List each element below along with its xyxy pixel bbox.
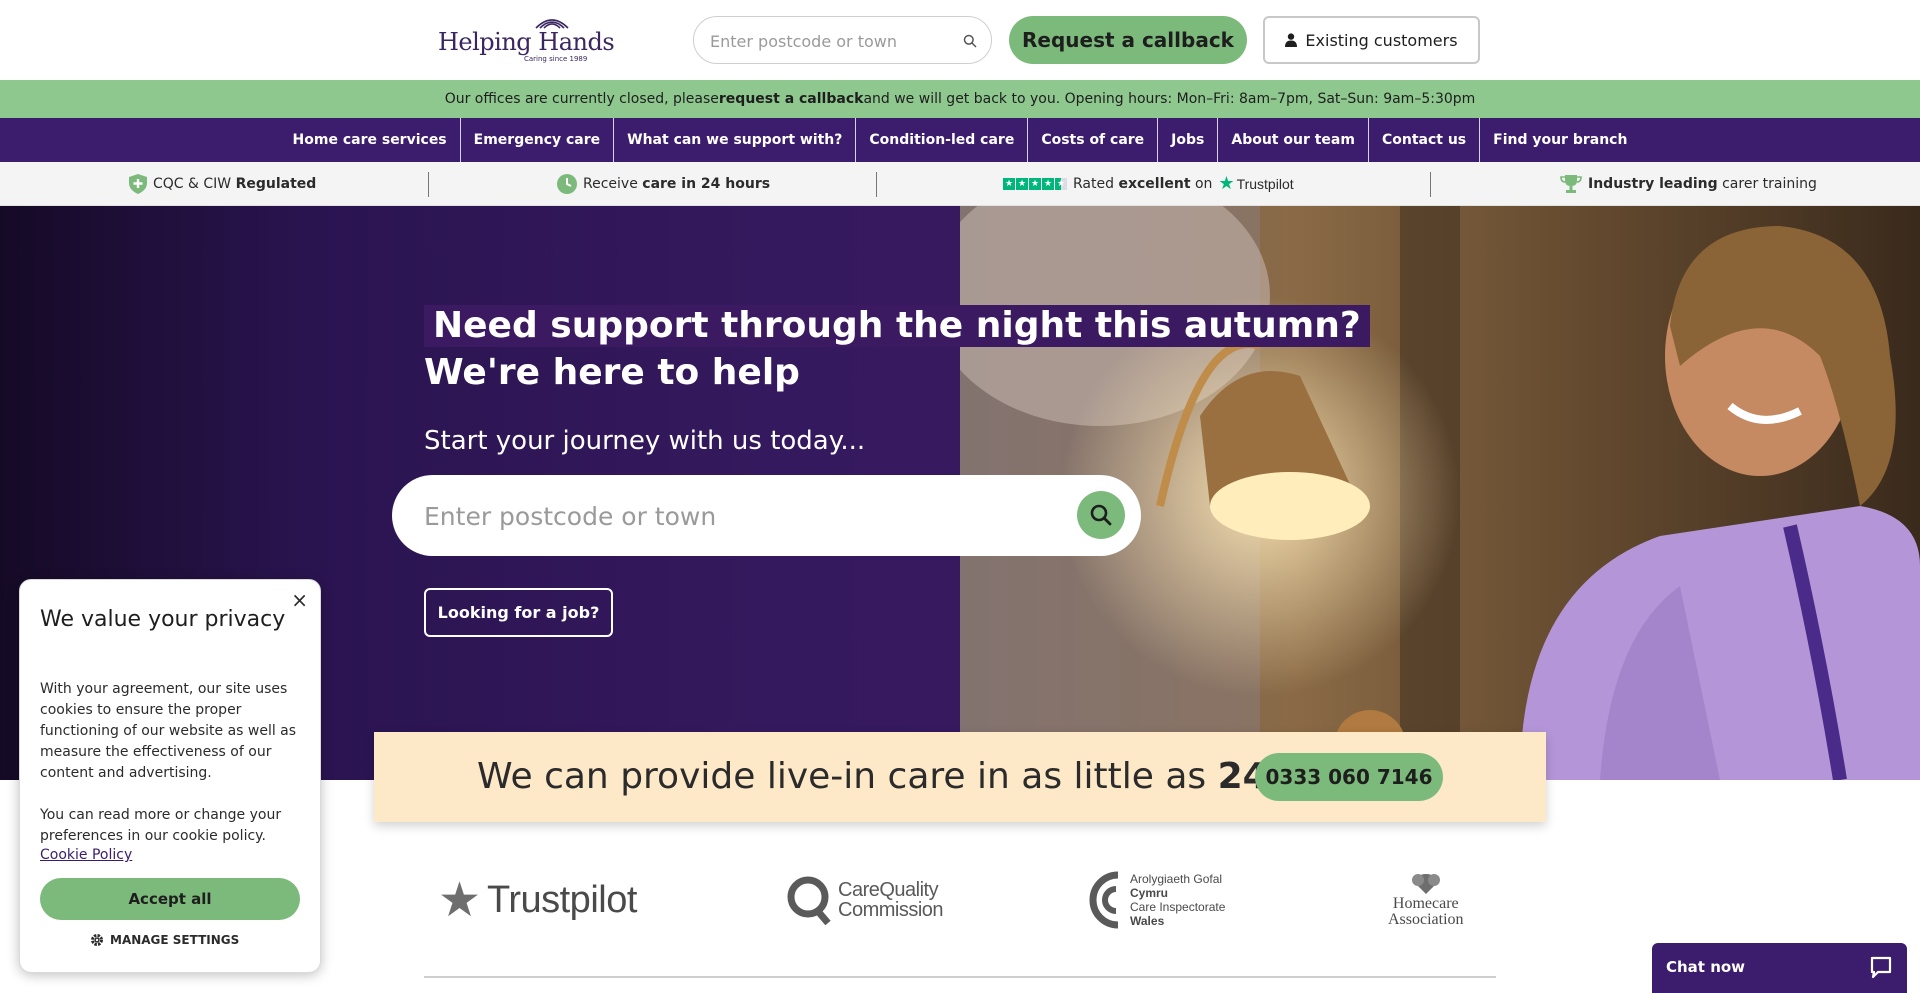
header-search xyxy=(693,16,992,64)
ciw-c-icon xyxy=(1089,871,1119,929)
cookie-title: We value your privacy xyxy=(40,607,286,632)
care-text: Receive xyxy=(583,176,643,192)
nav-item-jobs[interactable]: Jobs xyxy=(1158,118,1219,162)
trust-divider xyxy=(1430,172,1431,197)
cqc-line-1: CareQuality xyxy=(838,879,939,901)
cqc-logo[interactable]: CareQuality Commission xyxy=(786,850,944,950)
header-search-input[interactable] xyxy=(710,29,950,53)
office-hours-notice: Our offices are currently closed, please… xyxy=(0,80,1920,118)
site-header: Helping Hands Caring since 1989 Request … xyxy=(0,0,1920,80)
nav-item-home-care-services[interactable]: Home care services xyxy=(280,118,461,162)
nav-item-emergency-care[interactable]: Emergency care xyxy=(461,118,615,162)
trustpilot-star-icon: ★ xyxy=(1218,173,1235,194)
ciw-line-2: Cymru xyxy=(1130,886,1169,900)
cookie-preferences-text: You can read more or change your prefere… xyxy=(40,807,282,844)
shield-icon xyxy=(129,174,147,194)
logo-wordmark: Helping Hands xyxy=(438,28,615,56)
trust-item-24-hours: Receive care in 24 hours xyxy=(557,162,770,206)
close-icon[interactable]: × xyxy=(291,588,308,612)
search-icon[interactable] xyxy=(963,33,977,52)
regulated-bold: Regulated xyxy=(235,176,317,192)
user-icon xyxy=(1285,33,1298,47)
trust-item-trustpilot[interactable]: ★ ★ ★ ★ ★ Rated excellent on ★ Trustpilot xyxy=(1003,162,1294,206)
live-in-care-banner: We can provide live-in care in as little… xyxy=(374,732,1546,822)
trust-bar: CQC & CIW Regulated Receive care in 24 h… xyxy=(0,162,1920,206)
nav-item-what-can-we-support[interactable]: What can we support with? xyxy=(614,118,857,162)
nav-item-contact-us[interactable]: Contact us xyxy=(1369,118,1481,162)
trustpilot-logo[interactable]: ★ Trustpilot xyxy=(438,850,637,950)
ciw-logo[interactable]: Arolygiaeth Gofal Cymru Care Inspectorat… xyxy=(1088,850,1225,950)
hca-line-2: Association xyxy=(1388,911,1464,928)
trophy-icon xyxy=(1560,175,1582,193)
helping-hands-logo[interactable]: Helping Hands Caring since 1989 xyxy=(438,12,615,68)
nav-item-about-our-team[interactable]: About our team xyxy=(1218,118,1369,162)
hca-hands-icon xyxy=(1411,874,1440,894)
hca-line-1: Homecare xyxy=(1392,895,1459,912)
accept-all-button[interactable]: Accept all xyxy=(40,878,300,920)
search-icon xyxy=(1090,504,1112,526)
looking-for-job-button[interactable]: Looking for a job? xyxy=(424,588,613,637)
section-divider xyxy=(424,976,1496,978)
clock-icon xyxy=(557,174,577,194)
cookie-policy-link[interactable]: Cookie Policy xyxy=(40,847,132,863)
training-text: carer training xyxy=(1717,176,1817,192)
hero-search-input[interactable] xyxy=(424,497,1024,535)
existing-customers-button[interactable]: Existing customers xyxy=(1263,16,1480,64)
hero-headline: Need support through the night this autu… xyxy=(424,305,1370,347)
hero-search-button[interactable] xyxy=(1077,491,1125,539)
trustpilot-stars-icon: ★ ★ ★ ★ ★ xyxy=(1003,178,1067,190)
homecare-association-logo[interactable]: Homecare Association xyxy=(1388,850,1464,950)
trustpilot-star-icon: ★ xyxy=(438,872,482,928)
cookie-description: With your agreement, our site uses cooki… xyxy=(40,681,297,781)
rated-text: Rated xyxy=(1073,176,1119,192)
hero-search-box xyxy=(392,475,1141,556)
cqc-line-2: Commission xyxy=(838,899,944,921)
hero-subtitle: Start your journey with us today... xyxy=(424,426,866,456)
trustpilot-wordmark: Trustpilot xyxy=(1236,176,1294,192)
main-nav: Home care services Emergency care What c… xyxy=(0,118,1920,162)
rated-bold: excellent xyxy=(1118,176,1191,192)
care-bold: care in 24 hours xyxy=(642,176,771,192)
notice-text-before: Our offices are currently closed, please xyxy=(444,91,719,107)
hero-headline-secondary: We're here to help xyxy=(424,352,800,393)
rated-on: on xyxy=(1190,176,1213,192)
nav-item-find-your-branch[interactable]: Find your branch xyxy=(1480,118,1640,162)
page: Helping Hands Caring since 1989 Request … xyxy=(0,0,1920,993)
manage-settings-label: MANAGE SETTINGS xyxy=(110,933,240,947)
promo-text-main: We can provide live-in care in as little… xyxy=(477,756,1218,797)
trustpilot-logo-text: Trustpilot xyxy=(487,878,637,921)
training-bold: Industry leading xyxy=(1588,176,1718,192)
cookie-consent-panel: × We value your privacy With your agreem… xyxy=(19,579,321,973)
trust-divider xyxy=(876,172,877,197)
nav-item-condition-led-care[interactable]: Condition-led care xyxy=(856,118,1029,162)
existing-customers-label: Existing customers xyxy=(1305,30,1458,50)
chat-now-widget[interactable]: Chat now xyxy=(1652,943,1907,993)
logo-tagline: Caring since 1989 xyxy=(524,55,588,63)
regulated-text: CQC & CIW xyxy=(153,176,236,192)
trust-divider xyxy=(428,172,429,197)
trust-item-training: Industry leading carer training xyxy=(1560,162,1817,206)
nav-item-costs-of-care[interactable]: Costs of care xyxy=(1028,118,1159,162)
request-callback-button[interactable]: Request a callback xyxy=(1009,16,1247,64)
ciw-line-1: Arolygiaeth Gofal xyxy=(1130,872,1223,886)
ciw-line-4: Wales xyxy=(1130,914,1165,928)
notice-callback-link[interactable]: request a callback xyxy=(719,91,864,107)
manage-settings-button[interactable]: MANAGE SETTINGS xyxy=(90,933,239,947)
trust-item-regulated: CQC & CIW Regulated xyxy=(129,162,316,206)
notice-text-after: and we will get back to you. Opening hou… xyxy=(863,91,1476,107)
chat-bubble-icon xyxy=(1870,956,1892,979)
chat-now-label: Chat now xyxy=(1666,958,1746,976)
gear-icon xyxy=(91,934,103,946)
ciw-line-3: Care Inspectorate xyxy=(1130,900,1226,914)
cqc-q-icon xyxy=(787,876,831,925)
phone-number-button[interactable]: 0333 060 7146 xyxy=(1255,753,1443,801)
